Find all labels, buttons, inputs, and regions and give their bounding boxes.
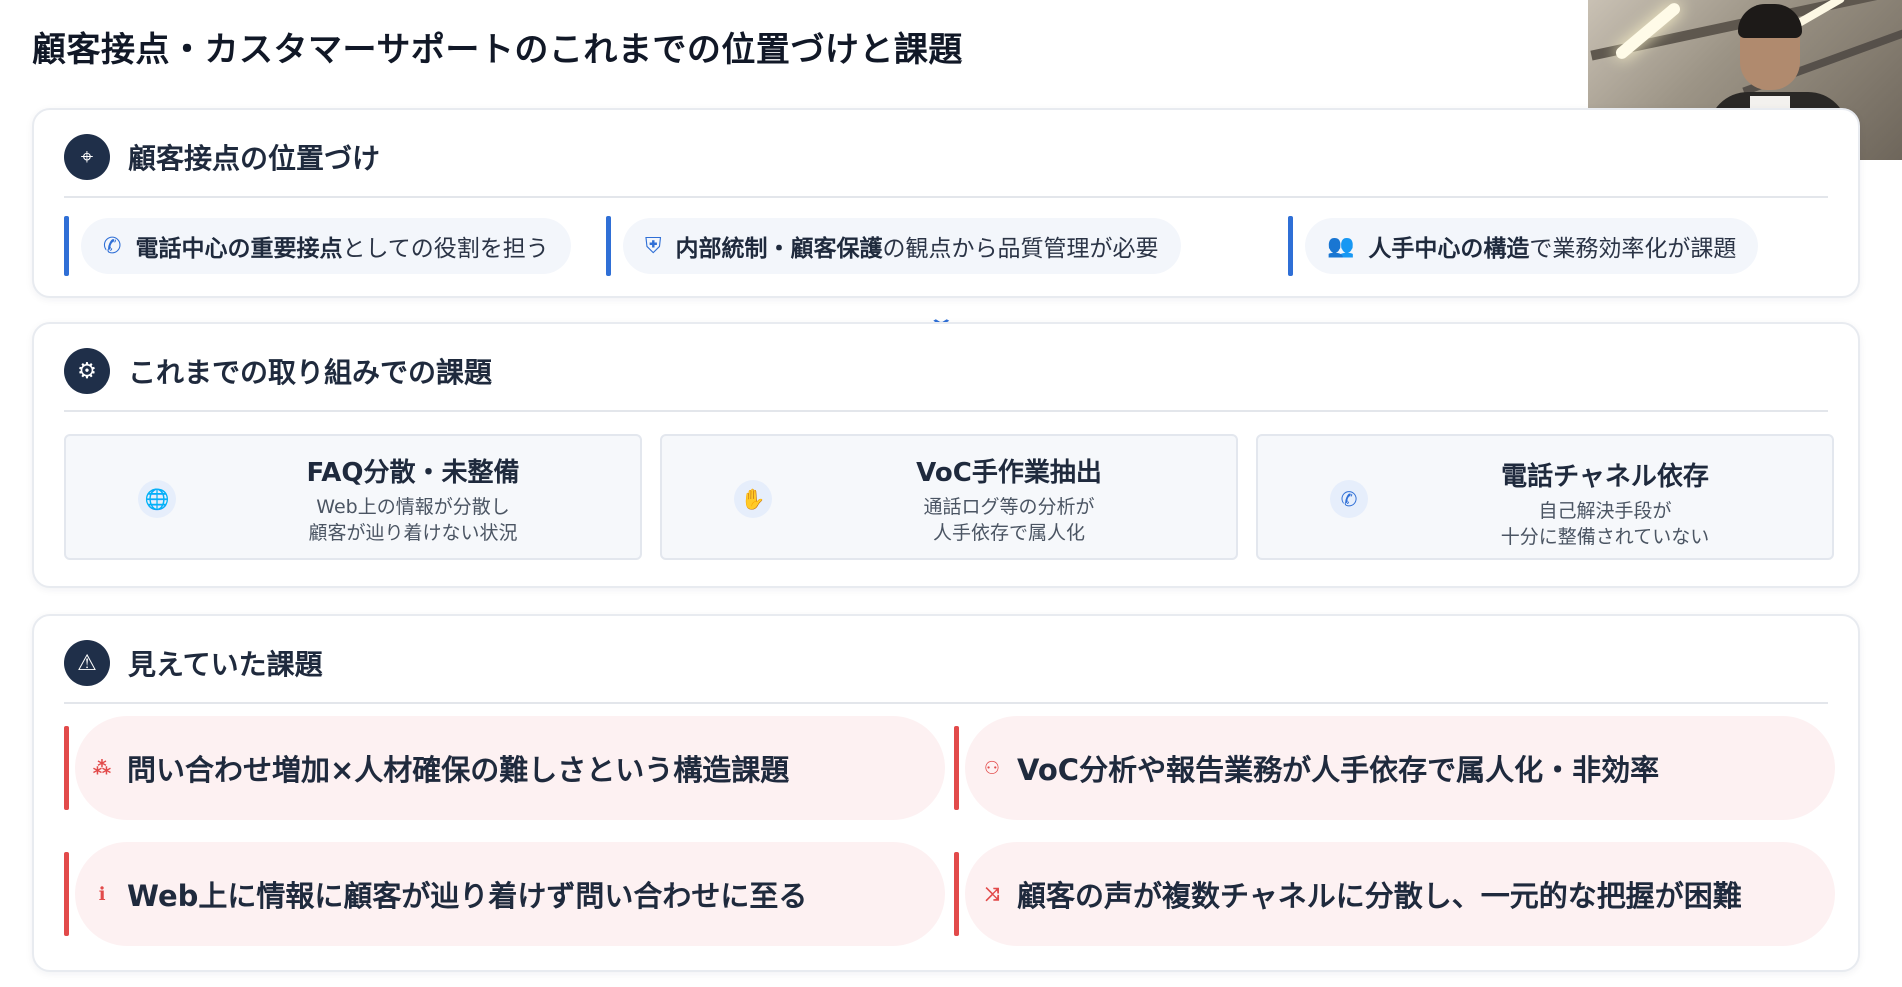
- issue-line: 通話ログ等の分析が: [923, 496, 1095, 518]
- visible-issues-header: ⚠ 見えていた課題: [64, 640, 323, 686]
- people-icon: ⁂: [92, 757, 112, 779]
- visible-issue-item: ⁂ 問い合わせ増加×人材確保の難しさという構造課題: [64, 716, 945, 820]
- positioning-items: ✆ 電話中心の重要接点 としての役割を担う ⛨ 内部統制・顧客保護 の観点から品質管…: [64, 216, 1828, 276]
- phone-icon: ✆: [103, 233, 122, 259]
- positioning-item-text: で業務効率化が課題: [1529, 236, 1737, 262]
- slide-title: 顧客接点・カスタマーサポートのこれまでの位置づけと課題: [32, 30, 963, 70]
- user-cog-icon: ⚇: [983, 757, 1001, 779]
- issue-title: 電話チャネル依存: [1501, 462, 1709, 492]
- past-efforts-card: ⚙ これまでの取り組みでの課題 🌐 FAQ分散・未整備 Web上の情報が分散し …: [32, 322, 1860, 588]
- positioning-item-bold: 人手中心の構造: [1368, 236, 1530, 262]
- hand-icon: ✋: [734, 480, 772, 518]
- issue-line: Web上の情報が分散し: [316, 496, 510, 518]
- positioning-item-bold: 内部統制・顧客保護: [675, 236, 883, 262]
- issue-description: 通話ログ等の分析が 人手依存で属人化: [812, 494, 1206, 546]
- accent-bar: [1288, 216, 1293, 276]
- issue-title: VoC手作業抽出: [916, 458, 1102, 488]
- positioning-item: 👥 人手中心の構造 で業務効率化が課題: [1288, 216, 1759, 276]
- visible-issue-item: ℹ Web上に情報に顧客が辿り着けず問い合わせに至る: [64, 842, 945, 946]
- crosshair-icon: ⌖: [64, 134, 110, 180]
- visible-issues-heading: 見えていた課題: [128, 648, 323, 681]
- phone-icon: ✆: [1330, 480, 1368, 518]
- gears-icon: ⚙: [64, 348, 110, 394]
- issue-line: 十分に整備されていない: [1500, 526, 1710, 548]
- visible-issues-card: ⚠ 見えていた課題 ⁂ 問い合わせ増加×人材確保の難しさという構造課題 ⚇ Vo…: [32, 614, 1860, 972]
- issue-title: FAQ分散・未整備: [306, 458, 520, 488]
- issue-description: 自己解決手段が 十分に整備されていない: [1408, 498, 1802, 550]
- positioning-heading: 顧客接点の位置づけ: [128, 142, 381, 175]
- users-icon: 👥: [1327, 233, 1355, 259]
- visible-issue-text: VoC分析や報告業務が人手依存で属人化・非効率: [1017, 753, 1660, 787]
- header-divider: [64, 702, 1828, 704]
- visible-issue-text: 顧客の声が複数チャネルに分散し、一元的な把握が困難: [1017, 879, 1742, 913]
- accent-bar: [606, 216, 611, 276]
- positioning-item: ⛨ 内部統制・顧客保護 の観点から品質管理が必要: [606, 216, 1181, 276]
- accent-bar: [954, 726, 959, 810]
- visible-issue-text: 問い合わせ増加×人材確保の難しさという構造課題: [127, 753, 790, 787]
- visible-issue-item: ⚇ VoC分析や報告業務が人手依存で属人化・非効率: [954, 716, 1835, 820]
- accent-bar: [64, 726, 69, 810]
- visible-issue-item: ⤨ 顧客の声が複数チャネルに分散し、一元的な把握が困難: [954, 842, 1835, 946]
- positioning-card: ⌖ 顧客接点の位置づけ ✆ 電話中心の重要接点 としての役割を担う ⛨ 内部統制・…: [32, 108, 1860, 298]
- accent-bar: [64, 216, 69, 276]
- visible-issue-text: Web上に情報に顧客が辿り着けず問い合わせに至る: [127, 879, 808, 913]
- positioning-item-text: としての役割を担う: [342, 236, 549, 262]
- issue-line: 人手依存で属人化: [932, 522, 1085, 544]
- positioning-header: ⌖ 顧客接点の位置づけ: [64, 134, 380, 180]
- info-icon: ℹ: [98, 883, 106, 905]
- positioning-item: ✆ 電話中心の重要接点 としての役割を担う: [64, 216, 571, 276]
- shuffle-icon: ⤨: [984, 883, 1000, 905]
- header-divider: [64, 196, 1828, 198]
- positioning-item-text: の観点から品質管理が必要: [882, 236, 1159, 262]
- video-ceiling-light: [1613, 0, 1683, 62]
- issue-box: ✋ VoC手作業抽出 通話ログ等の分析が 人手依存で属人化: [660, 434, 1238, 560]
- warning-icon: ⚠: [64, 640, 110, 686]
- positioning-item-bold: 電話中心の重要接点: [135, 236, 343, 262]
- issue-box: ✆ 電話チャネル依存 自己解決手段が 十分に整備されていない: [1256, 434, 1834, 560]
- accent-bar: [64, 852, 69, 936]
- issue-box: 🌐 FAQ分散・未整備 Web上の情報が分散し 顧客が辿り着けない状況: [64, 434, 642, 560]
- past-efforts-header: ⚙ これまでの取り組みでの課題: [64, 348, 492, 394]
- issue-line: 顧客が辿り着けない状況: [308, 522, 518, 544]
- issue-line: 自己解決手段が: [1538, 500, 1672, 522]
- header-divider: [64, 410, 1828, 412]
- issue-description: Web上の情報が分散し 顧客が辿り着けない状況: [216, 494, 610, 546]
- shield-icon: ⛨: [645, 233, 662, 259]
- accent-bar: [954, 852, 959, 936]
- globe-icon: 🌐: [138, 480, 176, 518]
- past-efforts-heading: これまでの取り組みでの課題: [128, 356, 493, 389]
